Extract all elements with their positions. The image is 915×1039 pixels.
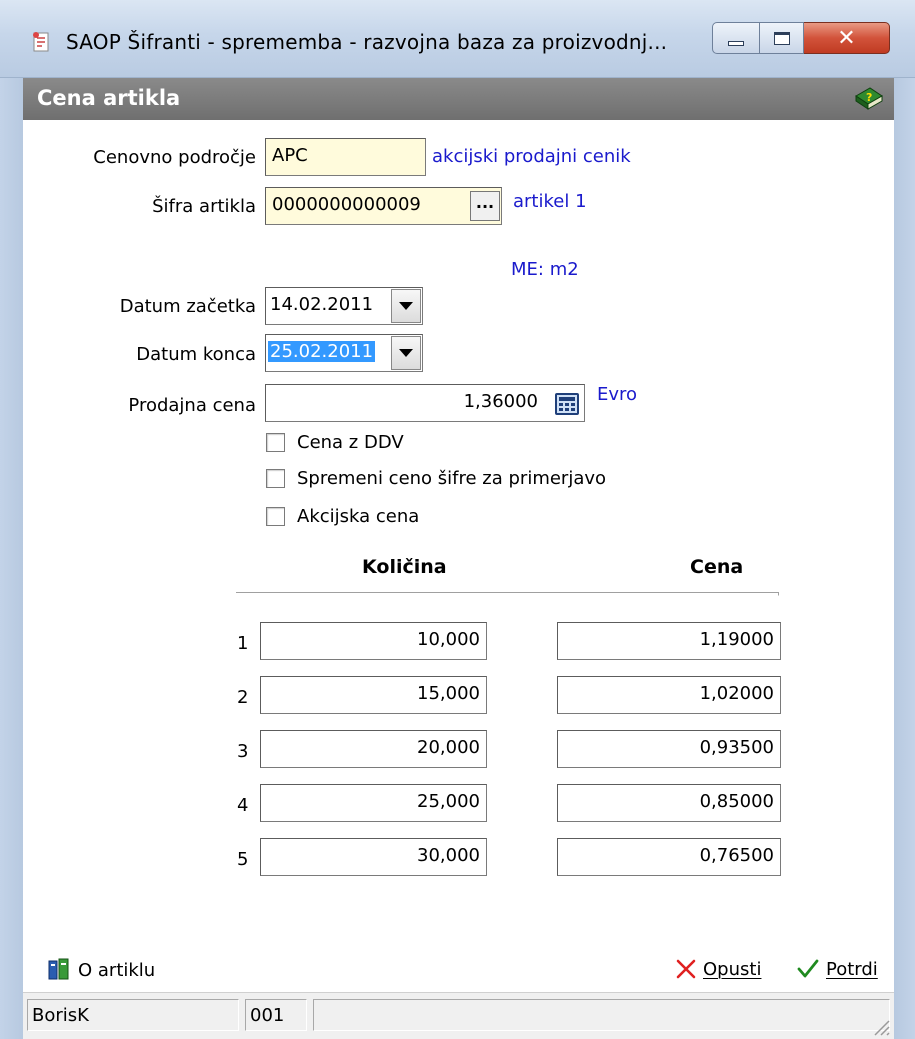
opusti-button[interactable]: Opusti xyxy=(675,958,761,980)
close-button[interactable]: ✕ xyxy=(804,22,890,54)
checkbox-box[interactable] xyxy=(266,507,285,526)
dialog-header: Cena artikla ? xyxy=(23,78,894,120)
status-code: 001 xyxy=(245,999,307,1031)
datum-konca-value: 25.02.2011 xyxy=(268,341,376,362)
o-artiklu-button[interactable]: O artiklu xyxy=(48,958,155,982)
header-separator xyxy=(236,592,779,596)
cena-input-5[interactable]: 0,76500 xyxy=(557,838,781,876)
row-number: 4 xyxy=(237,795,249,816)
prodajna-cena-label: Prodajna cena xyxy=(128,395,256,416)
datum-zacetka-dropdown-button[interactable] xyxy=(391,289,421,323)
cena-input-2[interactable]: 1,02000 xyxy=(557,676,781,714)
sifra-artikla-value: 0000000000009 xyxy=(272,194,421,215)
window-titlebar[interactable]: SAOP Šifranti - sprememba - razvojna baz… xyxy=(0,0,915,78)
kolicina-input-2[interactable]: 15,000 xyxy=(260,676,487,714)
window-frame-left xyxy=(0,78,23,1039)
checkbox-box[interactable] xyxy=(266,433,285,452)
checkbox-akcijska-cena[interactable]: Akcijska cena xyxy=(266,506,419,527)
sifra-artikla-label: Šifra artikla xyxy=(152,196,256,217)
prodajna-cena-input[interactable]: 1,36000 xyxy=(265,384,585,422)
kolicina-input-3[interactable]: 20,000 xyxy=(260,730,487,768)
datum-konca-selected-text: 25.02.2011 xyxy=(268,341,376,362)
checkbox-box[interactable] xyxy=(266,469,285,488)
row-number: 1 xyxy=(237,633,249,654)
chevron-down-icon xyxy=(399,302,413,310)
cenovno-podrocje-input[interactable]: APC xyxy=(265,138,426,176)
checkbox-spremeni-ceno[interactable]: Spremeni ceno šifre za primerjavo xyxy=(266,468,606,489)
article-info-icon xyxy=(48,958,69,980)
row-number: 3 xyxy=(237,741,249,762)
kolicina-input-4[interactable]: 25,000 xyxy=(260,784,487,822)
currency-label: Evro xyxy=(597,384,638,405)
datum-konca-dropdown-button[interactable] xyxy=(391,336,421,370)
potrdi-label: Potrdi xyxy=(826,958,878,980)
sifra-artikla-input[interactable]: 0000000000009 xyxy=(265,187,502,225)
checkbox-label: Cena z DDV xyxy=(297,432,404,453)
cenovno-podrocje-description: akcijski prodajni cenik xyxy=(432,146,631,167)
kolicina-input-1[interactable]: 10,000 xyxy=(260,622,487,660)
close-icon: ✕ xyxy=(837,25,856,51)
row-number: 2 xyxy=(237,687,249,708)
dialog-body xyxy=(23,120,894,1039)
datum-zacetka-label: Datum začetka xyxy=(119,296,256,317)
cancel-x-icon xyxy=(676,959,696,979)
window-frame-right xyxy=(894,78,915,1039)
confirm-check-icon xyxy=(797,959,819,978)
calculator-glyph xyxy=(559,397,575,411)
window-title: SAOP Šifranti - sprememba - razvojna baz… xyxy=(66,30,668,54)
status-user: BorisK xyxy=(27,999,239,1031)
column-header-kolicina: Količina xyxy=(362,556,447,578)
status-message xyxy=(313,999,890,1031)
resize-grip-icon[interactable] xyxy=(869,1015,891,1037)
datum-konca-label: Datum konca xyxy=(136,344,256,365)
checkbox-cena-z-ddv[interactable]: Cena z DDV xyxy=(266,432,404,453)
opusti-label: Opusti xyxy=(703,958,762,980)
cena-input-4[interactable]: 0,85000 xyxy=(557,784,781,822)
unit-of-measure: ME: m2 xyxy=(511,259,579,280)
dialog-title: Cena artikla xyxy=(37,86,181,110)
o-artiklu-label: O artiklu xyxy=(78,959,156,981)
maximize-button[interactable] xyxy=(760,22,804,54)
minimize-icon xyxy=(728,40,744,46)
checkbox-label: Spremeni ceno šifre za primerjavo xyxy=(297,468,607,489)
svg-text:?: ? xyxy=(866,91,872,104)
potrdi-button[interactable]: Potrdi xyxy=(796,958,878,980)
datum-zacetka-value: 14.02.2011 xyxy=(270,294,374,315)
cena-input-3[interactable]: 0,93500 xyxy=(557,730,781,768)
kolicina-input-5[interactable]: 30,000 xyxy=(260,838,487,876)
minimize-button[interactable] xyxy=(712,22,760,54)
column-header-cena: Cena xyxy=(690,556,744,578)
browse-artikel-button[interactable]: ... xyxy=(470,191,500,221)
cenovno-podrocje-label: Cenovno področje xyxy=(93,147,256,168)
status-bar: BorisK 001 xyxy=(23,992,894,1039)
checkbox-label: Akcijska cena xyxy=(297,506,420,527)
app-icon xyxy=(33,32,49,52)
chevron-down-icon xyxy=(399,349,413,357)
cena-input-1[interactable]: 1,19000 xyxy=(557,622,781,660)
maximize-icon xyxy=(773,31,790,45)
sifra-artikla-description: artikel 1 xyxy=(513,191,587,212)
help-book-icon[interactable]: ? xyxy=(853,84,885,114)
calculator-icon[interactable] xyxy=(555,393,579,415)
window-controls: ✕ xyxy=(712,22,890,54)
row-number: 5 xyxy=(237,849,249,870)
